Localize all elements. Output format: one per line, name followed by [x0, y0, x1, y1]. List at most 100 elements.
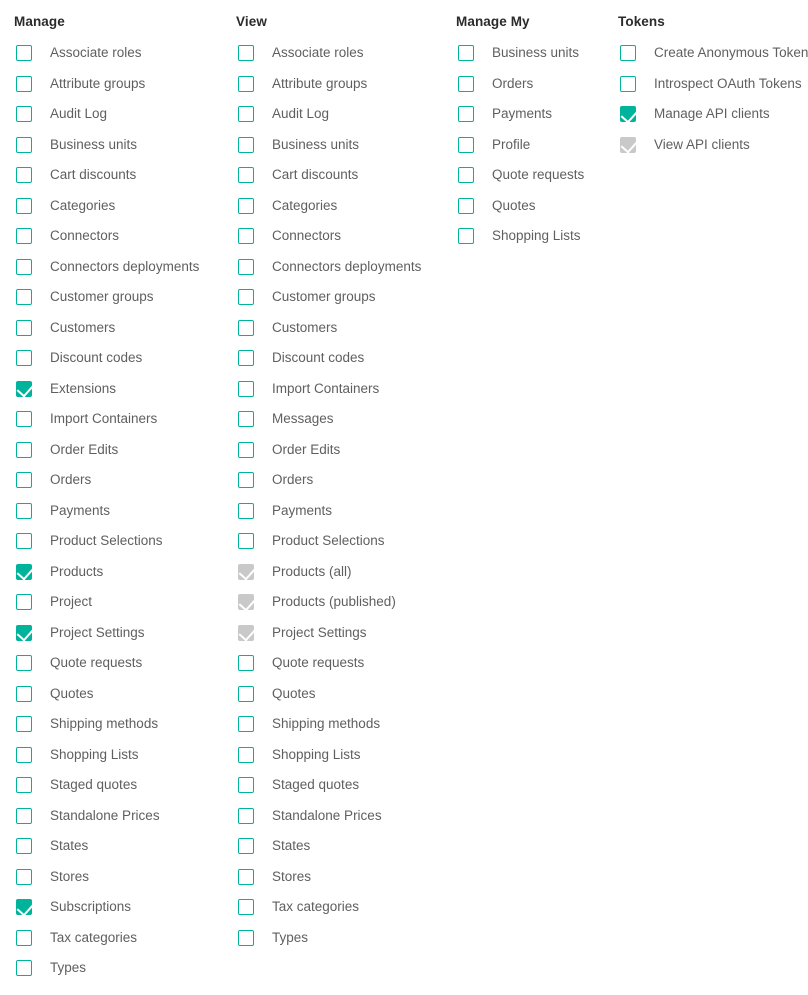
permission-option-row[interactable]: Create Anonymous Token [618, 38, 808, 69]
permission-option-row[interactable]: Product Selections [14, 526, 238, 557]
checkbox-unchecked-icon[interactable] [16, 136, 32, 153]
permission-option-row[interactable]: Customers [14, 313, 238, 344]
checkbox-unchecked-icon[interactable] [238, 777, 254, 794]
checkbox-unchecked-icon[interactable] [16, 472, 32, 489]
checkbox-unchecked-icon[interactable] [238, 197, 254, 214]
checkbox-unchecked-icon[interactable] [458, 197, 474, 214]
permission-option-row[interactable]: Types [236, 923, 458, 954]
checkbox-unchecked-icon[interactable] [238, 502, 254, 519]
checkbox-unchecked-icon[interactable] [458, 106, 474, 123]
checkbox-checked-icon[interactable] [16, 563, 33, 581]
permission-option-row[interactable]: Attribute groups [236, 69, 458, 100]
permission-option-row[interactable]: States [236, 831, 458, 862]
permission-option-row[interactable]: Products [14, 557, 238, 588]
permission-option-row[interactable]: Payments [456, 99, 620, 130]
permission-option-row[interactable]: Audit Log [14, 99, 238, 130]
checkbox-unchecked-icon[interactable] [238, 655, 254, 672]
permission-option-row[interactable]: Categories [14, 191, 238, 222]
checkbox-unchecked-icon[interactable] [16, 411, 32, 428]
permission-option-row[interactable]: Shipping methods [236, 709, 458, 740]
permission-option-row[interactable]: States [14, 831, 238, 862]
checkbox-unchecked-icon[interactable] [16, 228, 32, 245]
checkbox-unchecked-icon[interactable] [238, 380, 254, 397]
permission-option-row[interactable]: Cart discounts [14, 160, 238, 191]
permission-option-row[interactable]: Quotes [14, 679, 238, 710]
checkbox-unchecked-icon[interactable] [16, 350, 32, 367]
checkbox-unchecked-icon[interactable] [16, 716, 32, 733]
checkbox-unchecked-icon[interactable] [16, 197, 32, 214]
checkbox-unchecked-icon[interactable] [16, 777, 32, 794]
checkbox-unchecked-icon[interactable] [238, 136, 254, 153]
checkbox-unchecked-icon[interactable] [16, 319, 32, 336]
permission-option-row[interactable]: Customer groups [14, 282, 238, 313]
checkbox-unchecked-icon[interactable] [16, 75, 32, 92]
checkbox-unchecked-icon[interactable] [238, 533, 254, 550]
permission-option-row[interactable]: Discount codes [14, 343, 238, 374]
checkbox-unchecked-icon[interactable] [620, 45, 636, 62]
permission-option-row[interactable]: Associate roles [236, 38, 458, 69]
permission-option-row[interactable]: Quotes [236, 679, 458, 710]
checkbox-checked-icon[interactable] [16, 624, 33, 642]
checkbox-unchecked-icon[interactable] [16, 289, 32, 306]
permission-option-row[interactable]: Orders [14, 465, 238, 496]
checkbox-unchecked-icon[interactable] [238, 106, 254, 123]
checkbox-unchecked-icon[interactable] [238, 838, 254, 855]
permission-option-row[interactable]: Staged quotes [236, 770, 458, 801]
permission-option-row[interactable]: Types [14, 953, 238, 984]
checkbox-unchecked-icon[interactable] [238, 472, 254, 489]
checkbox-unchecked-icon[interactable] [238, 350, 254, 367]
checkbox-unchecked-icon[interactable] [238, 289, 254, 306]
permission-option-row[interactable]: Shipping methods [14, 709, 238, 740]
checkbox-unchecked-icon[interactable] [458, 45, 474, 62]
checkbox-unchecked-icon[interactable] [16, 929, 32, 946]
checkbox-unchecked-icon[interactable] [458, 136, 474, 153]
checkbox-unchecked-icon[interactable] [16, 533, 32, 550]
checkbox-unchecked-icon[interactable] [238, 441, 254, 458]
checkbox-unchecked-icon[interactable] [16, 960, 32, 977]
checkbox-unchecked-icon[interactable] [238, 899, 254, 916]
permission-option-row[interactable]: Audit Log [236, 99, 458, 130]
checkbox-unchecked-icon[interactable] [620, 75, 636, 92]
permission-option-row[interactable]: Payments [236, 496, 458, 527]
permission-option-row[interactable]: Quotes [456, 191, 620, 222]
permission-option-row[interactable]: Payments [14, 496, 238, 527]
checkbox-checked-icon[interactable] [16, 380, 33, 398]
permission-option-row[interactable]: Introspect OAuth Tokens [618, 69, 808, 100]
permission-option-row[interactable]: Quote requests [236, 648, 458, 679]
permission-option-row[interactable]: Order Edits [14, 435, 238, 466]
checkbox-unchecked-icon[interactable] [16, 167, 32, 184]
permission-option-row[interactable]: Extensions [14, 374, 238, 405]
permission-option-row[interactable]: Business units [236, 130, 458, 161]
permission-option-row[interactable]: Subscriptions [14, 892, 238, 923]
permission-option-row[interactable]: Shopping Lists [14, 740, 238, 771]
checkbox-unchecked-icon[interactable] [238, 45, 254, 62]
permission-option-row[interactable]: Categories [236, 191, 458, 222]
checkbox-unchecked-icon[interactable] [458, 75, 474, 92]
checkbox-unchecked-icon[interactable] [16, 502, 32, 519]
checkbox-unchecked-icon[interactable] [16, 868, 32, 885]
permission-option-row[interactable]: Customer groups [236, 282, 458, 313]
permission-option-row[interactable]: Shopping Lists [236, 740, 458, 771]
permission-option-row[interactable]: Product Selections [236, 526, 458, 557]
permission-option-row[interactable]: Manage API clients [618, 99, 808, 130]
permission-option-row[interactable]: Orders [456, 69, 620, 100]
checkbox-unchecked-icon[interactable] [238, 868, 254, 885]
checkbox-unchecked-icon[interactable] [238, 228, 254, 245]
checkbox-unchecked-icon[interactable] [16, 807, 32, 824]
permission-option-row[interactable]: Tax categories [14, 923, 238, 954]
permission-option-row[interactable]: Project [14, 587, 238, 618]
checkbox-unchecked-icon[interactable] [458, 167, 474, 184]
permission-option-row[interactable]: Connectors deployments [14, 252, 238, 283]
checkbox-unchecked-icon[interactable] [16, 746, 32, 763]
checkbox-unchecked-icon[interactable] [238, 929, 254, 946]
checkbox-unchecked-icon[interactable] [238, 258, 254, 275]
permission-option-row[interactable]: Staged quotes [14, 770, 238, 801]
permission-option-row[interactable]: Order Edits [236, 435, 458, 466]
permission-option-row[interactable]: Stores [14, 862, 238, 893]
permission-option-row[interactable]: Project Settings [14, 618, 238, 649]
checkbox-unchecked-icon[interactable] [238, 319, 254, 336]
permission-option-row[interactable]: Business units [14, 130, 238, 161]
permission-option-row[interactable]: Standalone Prices [236, 801, 458, 832]
permission-option-row[interactable]: Orders [236, 465, 458, 496]
checkbox-unchecked-icon[interactable] [238, 685, 254, 702]
